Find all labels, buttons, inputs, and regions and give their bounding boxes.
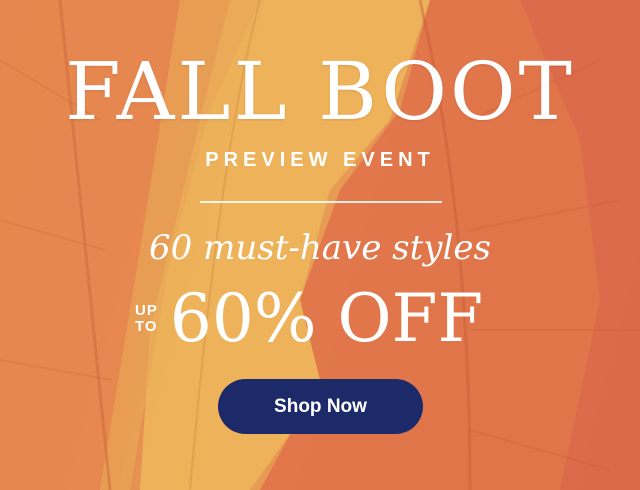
offer-prefix: UP TO (135, 303, 158, 335)
banner-content: FALL BOOT PREVIEW EVENT 60 must-have sty… (0, 0, 640, 490)
headline: FALL BOOT (65, 45, 575, 138)
subheadline: PREVIEW EVENT (205, 149, 435, 171)
offer: UP TO 60% OFF (135, 282, 483, 356)
shop-now-button[interactable]: Shop Now (218, 379, 423, 434)
tagline: 60 must-have styles (149, 228, 491, 268)
offer-amount: 60% OFF (169, 280, 484, 357)
divider (200, 201, 442, 203)
promo-banner: FALL BOOT PREVIEW EVENT 60 must-have sty… (0, 0, 640, 490)
offer-prefix-up: UP (135, 302, 158, 319)
offer-prefix-to: TO (135, 318, 158, 335)
